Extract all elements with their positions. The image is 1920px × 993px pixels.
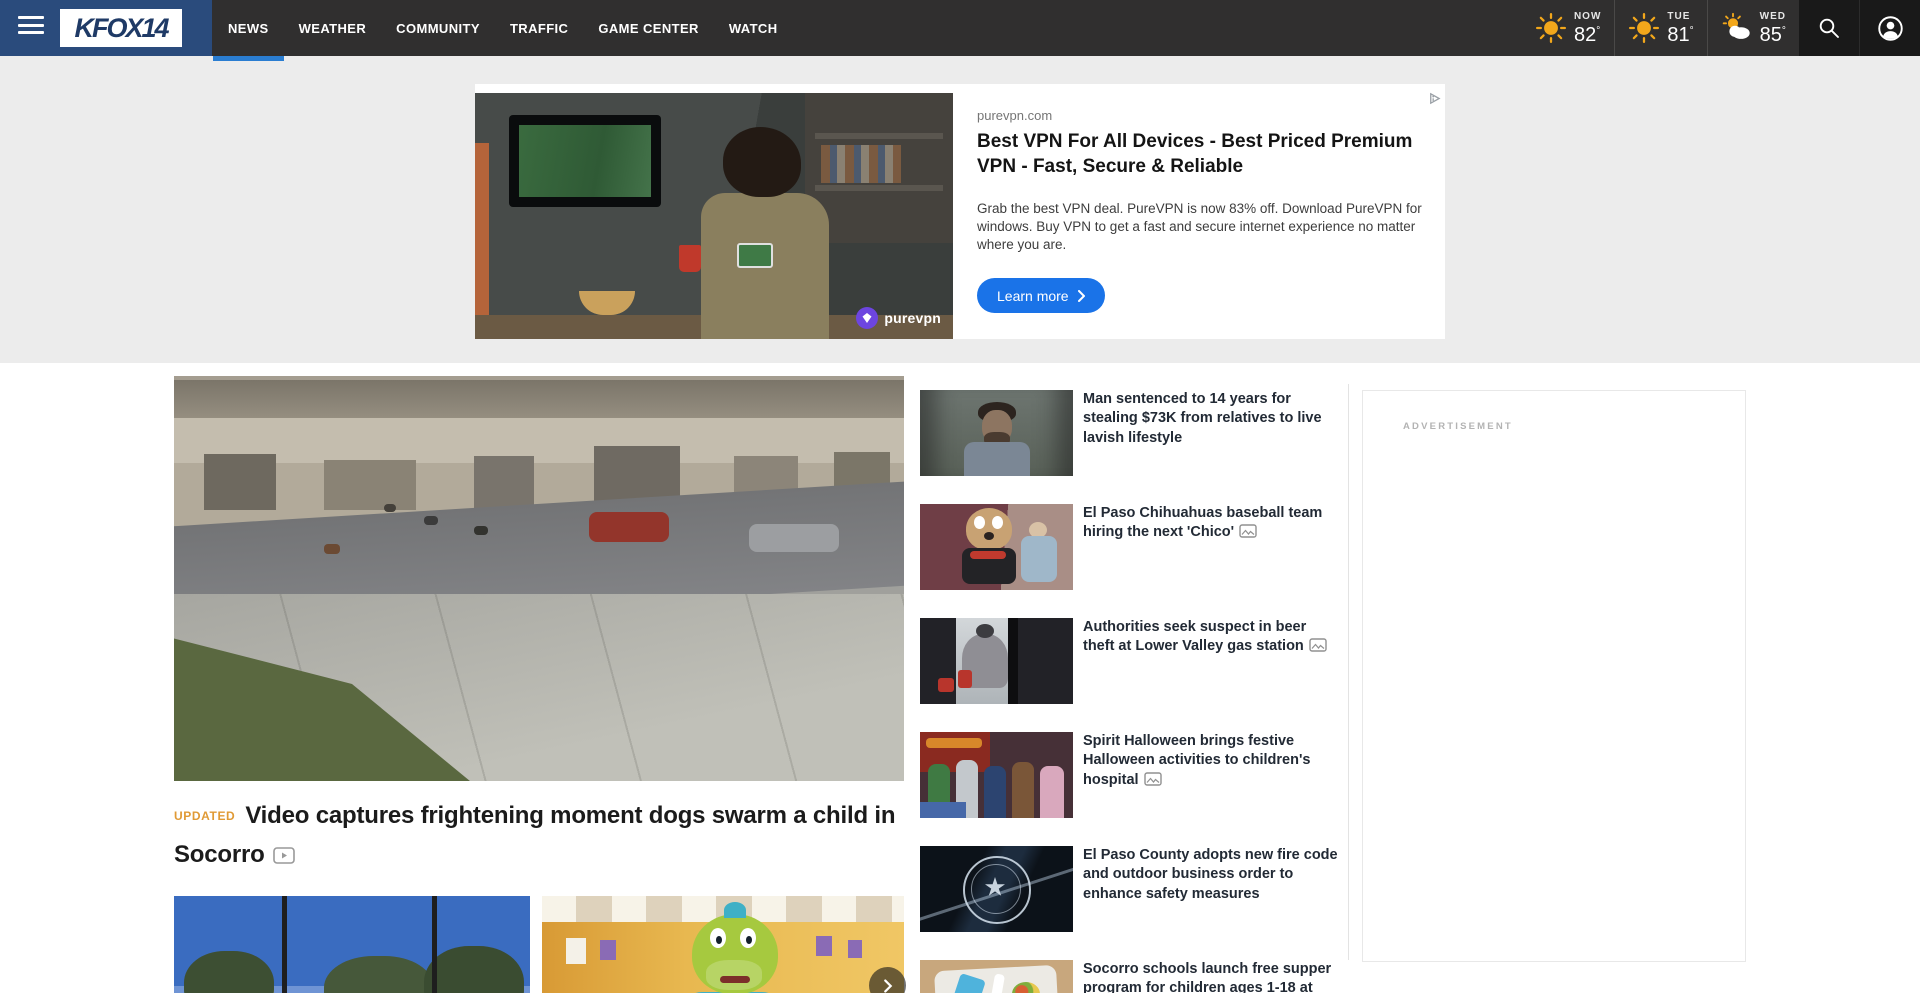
article-thumbnail[interactable] [920, 960, 1073, 993]
search-button[interactable] [1799, 0, 1859, 56]
weather-temp: 82° [1574, 25, 1600, 45]
purevpn-logo: purevpn [856, 307, 941, 329]
article-headline-text: Authorities seek suspect in beer theft a… [1083, 619, 1306, 654]
article-headline-text: Socorro schools launch free supper progr… [1083, 961, 1331, 993]
play-video-icon [273, 847, 295, 864]
gallery-icon [1144, 772, 1162, 786]
nav-item-community[interactable]: COMMUNITY [381, 0, 495, 56]
weather-label: NOW [1574, 12, 1601, 22]
article-headline[interactable]: Socorro schools launch free supper progr… [1083, 960, 1339, 993]
article-headline[interactable]: El Paso County adopts new fire code and … [1083, 846, 1339, 932]
article-headline-text: Spirit Halloween brings festive Hallowee… [1083, 733, 1310, 788]
weather-widget-wed[interactable]: WED 85° [1707, 0, 1799, 56]
weather-label: TUE [1667, 12, 1690, 22]
weather-temp: 85° [1760, 25, 1786, 45]
chevron-right-icon [1078, 290, 1085, 302]
article-headline-text: El Paso County adopts new fire code and … [1083, 847, 1338, 902]
gallery-icon [1239, 524, 1257, 538]
purevpn-brand-text: purevpn [884, 310, 941, 326]
weather-label: WED [1760, 12, 1786, 22]
article-headline[interactable]: Spirit Halloween brings festive Hallowee… [1083, 732, 1339, 818]
column-divider [1348, 384, 1349, 960]
navbar-brand-section: KFOX14 [0, 0, 212, 56]
article-headline[interactable]: Man sentenced to 14 years for stealing $… [1083, 390, 1339, 476]
ad-domain: purevpn.com [977, 108, 1052, 123]
ad-body-text: Grab the best VPN deal. PureVPN is now 8… [977, 200, 1429, 253]
navbar-utility-section [1799, 0, 1920, 56]
article-headline[interactable]: Authorities seek suspect in beer theft a… [1083, 618, 1339, 704]
carousel-item[interactable] [174, 896, 530, 993]
chevron-right-icon [878, 976, 898, 993]
nav-item-watch[interactable]: WATCH [714, 0, 793, 56]
gallery-icon [1309, 638, 1327, 652]
weather-temp: 81° [1667, 25, 1693, 45]
article-headline[interactable]: El Paso Chihuahuas baseball team hiring … [1083, 504, 1339, 590]
sunny-icon [1628, 12, 1660, 44]
sunny-icon [1535, 12, 1567, 44]
learn-more-button[interactable]: Learn more [977, 278, 1105, 313]
weather-widget-now[interactable]: NOW 82° [1522, 0, 1614, 56]
article-row[interactable]: Man sentenced to 14 years for stealing $… [920, 390, 1348, 476]
search-icon [1817, 16, 1841, 40]
article-headline-text: Man sentenced to 14 years for stealing $… [1083, 391, 1322, 446]
kfox14-homepage: KFOX14 NEWS WEATHER COMMUNITY TRAFFIC GA… [0, 0, 1920, 993]
account-icon [1877, 15, 1904, 42]
article-row[interactable]: El Paso County adopts new fire code and … [920, 846, 1348, 932]
advertisement-placeholder: ADVERTISEMENT [1362, 390, 1746, 962]
article-row[interactable]: El Paso Chihuahuas baseball team hiring … [920, 504, 1348, 590]
updated-badge: UPDATED [174, 809, 235, 823]
hamburger-menu-icon[interactable] [18, 16, 46, 40]
weather-strip: NOW 82° TUE 81° [1522, 0, 1799, 56]
top-navbar: KFOX14 NEWS WEATHER COMMUNITY TRAFFIC GA… [0, 0, 1920, 56]
main-story-video-still[interactable] [174, 376, 904, 781]
article-row[interactable]: Socorro schools launch free supper progr… [920, 960, 1348, 993]
learn-more-label: Learn more [997, 288, 1069, 304]
article-thumbnail[interactable] [920, 732, 1073, 818]
article-thumbnail[interactable] [920, 504, 1073, 590]
purevpn-ad-banner[interactable]: purevpn purevpn.com Best VPN For All Dev… [475, 84, 1445, 339]
ad-image: purevpn [475, 93, 953, 339]
ad-headline[interactable]: Best VPN For All Devices - Best Priced P… [977, 130, 1429, 179]
account-button[interactable] [1859, 0, 1920, 56]
purevpn-shield-icon [856, 307, 878, 329]
main-story-link[interactable]: UPDATEDVideo captures frightening moment… [174, 798, 904, 876]
article-thumbnail[interactable] [920, 846, 1073, 932]
adchoices-icon[interactable] [1427, 91, 1442, 106]
story-carousel [174, 896, 904, 993]
top-ad-strip: purevpn purevpn.com Best VPN For All Dev… [0, 56, 1920, 363]
nav-item-game-center[interactable]: GAME CENTER [583, 0, 713, 56]
article-list: Man sentenced to 14 years for stealing $… [920, 390, 1348, 993]
carousel-item[interactable] [542, 896, 904, 993]
texas-star-icon [984, 876, 1006, 898]
kfox14-logo-text: KFOX14 [74, 13, 167, 44]
article-thumbnail[interactable] [920, 390, 1073, 476]
primary-nav: NEWS WEATHER COMMUNITY TRAFFIC GAME CENT… [213, 0, 793, 56]
article-row[interactable]: Authorities seek suspect in beer theft a… [920, 618, 1348, 704]
nav-item-news[interactable]: NEWS [213, 0, 284, 56]
kfox14-logo[interactable]: KFOX14 [58, 7, 184, 49]
advertisement-label: ADVERTISEMENT [1403, 421, 1513, 432]
article-thumbnail[interactable] [920, 618, 1073, 704]
weather-widget-tue[interactable]: TUE 81° [1614, 0, 1706, 56]
article-headline-text: El Paso Chihuahuas baseball team hiring … [1083, 505, 1322, 540]
partly-cloudy-icon [1721, 12, 1753, 44]
nav-item-weather[interactable]: WEATHER [284, 0, 382, 56]
nav-item-traffic[interactable]: TRAFFIC [495, 0, 583, 56]
article-row[interactable]: Spirit Halloween brings festive Hallowee… [920, 732, 1348, 818]
